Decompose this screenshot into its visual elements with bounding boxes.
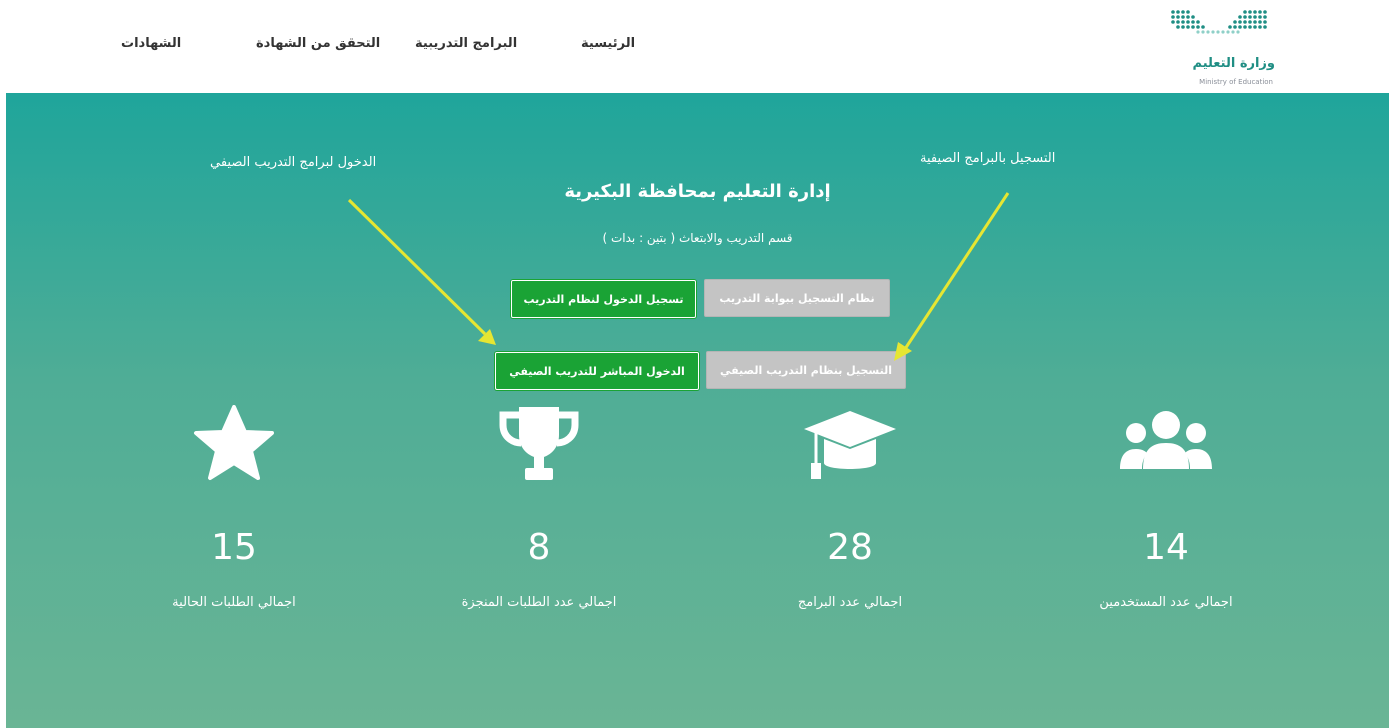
ministry-logo[interactable]: وزارة التعليم Ministry of Education [1163,8,1275,90]
stat-number: 28 [827,527,873,568]
top-navbar: الرئيسية البرامج التدريبية التحقق من الش… [0,0,1389,93]
stat-label: اجمالي عدد الطلبات المنجزة [461,595,617,610]
stat-current-requests: 15 اجمالي الطلبات الحالية [114,405,354,610]
nav-home-link[interactable]: الرئيسية [581,36,635,51]
nav-certificates-link[interactable]: الشهادات [121,36,181,51]
login-training-button[interactable]: تسجيل الدخول لنظام التدريب [511,280,696,318]
register-summer-button[interactable]: التسجيل بنظام التدريب الصيفي [706,351,906,389]
arrow-left-head [478,329,496,345]
page-title: إدارة التعليم بمحافظة البكيرية [564,181,831,202]
ministry-dots-logo-icon [1171,10,1267,34]
arrow-right [903,192,1010,350]
stat-number: 8 [527,527,551,568]
register-portal-button[interactable]: نظام التسجيل ببوابة التدريب [704,279,890,317]
stat-total-programs: 28 اجمالي عدد البرامج [730,405,970,610]
logo-english-text: Ministry of Education [1199,78,1273,86]
annotation-summer-login-text: الدخول لبرامج التدريب الصيفي [210,155,377,170]
arrow-left [347,198,487,336]
graduation-cap-icon [804,411,896,479]
stat-number: 15 [211,527,257,568]
users-icon [1120,411,1212,469]
stat-label: اجمالي عدد البرامج [797,595,903,610]
annotation-summer-register-text: التسجيل بالبرامج الصيفية [920,151,1056,166]
direct-summer-login-button[interactable]: الدخول المباشر للتدريب الصيفي [495,352,699,390]
stat-completed-requests: 8 اجمالي عدد الطلبات المنجزة [419,405,659,610]
page-subtitle: قسم التدريب والابتعاث ( بتين : بدات ) [602,231,793,245]
hero-section: الدخول لبرامج التدريب الصيفي التسجيل بال… [6,93,1389,728]
nav-training-programs-link[interactable]: البرامج التدريبية [415,36,517,51]
stat-label: اجمالي الطلبات الحالية [172,595,296,610]
stat-total-users: 14 اجمالي عدد المستخدمين [1046,405,1286,610]
logo-arabic-text: وزارة التعليم [1192,56,1276,71]
star-icon [194,405,274,480]
stat-label: اجمالي عدد المستخدمين [1099,595,1233,610]
stat-number: 14 [1143,527,1189,568]
nav-verify-certificate-link[interactable]: التحقق من الشهادة [256,36,380,51]
trophy-icon [499,407,579,480]
